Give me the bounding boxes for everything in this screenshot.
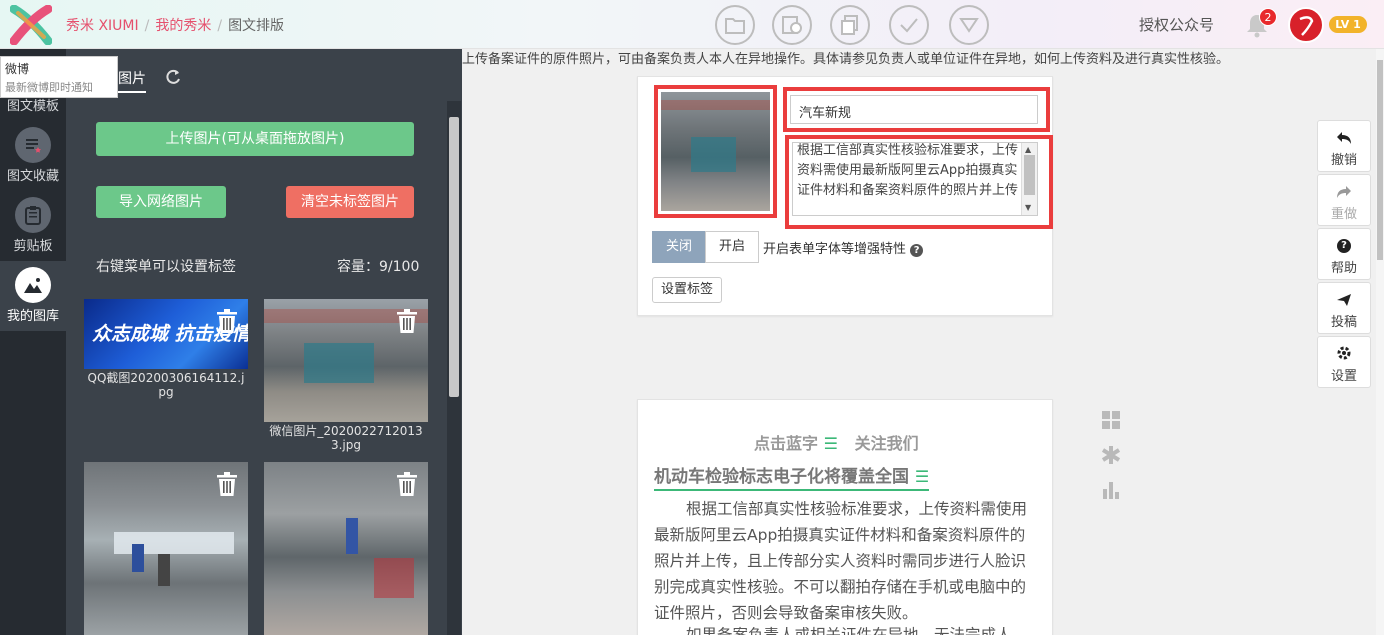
set-tag-button[interactable]: 设置标签 xyxy=(652,277,722,303)
breadcrumb-current: 图文排版 xyxy=(228,18,285,34)
submit-button[interactable]: 投稿 xyxy=(1317,282,1371,334)
library-image[interactable] xyxy=(264,462,428,635)
xiumi-logo-icon[interactable] xyxy=(10,5,52,45)
send-icon xyxy=(1337,294,1351,306)
sidebar-item-label: 剪贴板 xyxy=(13,239,53,254)
headline-text: 机动车检验标志电子化将覆盖全国 xyxy=(654,467,909,487)
clear-untagged-button[interactable]: 清空未标签图片 xyxy=(286,186,414,218)
menu-bars-icon: ☰ xyxy=(914,467,930,486)
image-thumbnail[interactable] xyxy=(264,299,428,422)
enhance-label: 开启表单字体等增强特性 ? xyxy=(763,238,924,257)
gallery-icon xyxy=(15,267,51,303)
asterisk-icon[interactable] xyxy=(1101,445,1121,465)
library-image[interactable]: 微信图片_20200227120133.jpg xyxy=(264,299,428,452)
avatar[interactable] xyxy=(1288,7,1324,43)
submit-label: 投稿 xyxy=(1330,315,1357,330)
title-input[interactable]: 汽车新规 xyxy=(790,95,1038,124)
image-thumbnail[interactable] xyxy=(264,462,428,635)
settings-button[interactable]: 设置 xyxy=(1317,336,1371,388)
tag-hint: 右键菜单可以设置标签 xyxy=(96,259,236,275)
bar-chart-icon[interactable] xyxy=(1101,480,1121,500)
weibo-tooltip: 微博 最新微博即时通知 xyxy=(0,56,118,98)
top-bar: 秀米 XIUMI / 我的秀米 / 图文排版 授权公众号 2 LV 1 xyxy=(0,0,1384,49)
breadcrumb: 秀米 XIUMI / 我的秀米 / 图文排版 xyxy=(66,18,285,34)
menu-bars-icon: ☰ xyxy=(823,434,838,453)
grid-icon[interactable] xyxy=(1101,410,1121,430)
toggle-off-button[interactable]: 关闭 xyxy=(652,231,706,263)
undo-button[interactable]: 撤销 xyxy=(1317,120,1371,172)
clipboard-icon xyxy=(15,197,51,233)
library-image[interactable] xyxy=(84,462,248,635)
sidebar-item-label: 我的图库 xyxy=(6,309,59,324)
tooltip-subtitle: 最新微博即时通知 xyxy=(5,81,93,94)
tooltip-title: 微博 xyxy=(5,62,30,76)
capacity-indicator: 容量：9/100 xyxy=(337,259,420,275)
description-text: 根据工信部真实性核验标准要求，上传资料需使用最新版阿里云App拍摄真实证件材料和… xyxy=(797,143,1019,198)
undo-label: 撤销 xyxy=(1330,153,1357,168)
notice-text: 上传备案证件的原件照片，可由备案负责人本人在异地操作。具体请参见负责人或单位证件… xyxy=(462,52,1230,67)
image-thumbnail[interactable] xyxy=(84,462,248,635)
copy-icon[interactable] xyxy=(830,5,870,45)
dropdown-icon[interactable] xyxy=(949,5,989,45)
follow-prompt: 点击蓝字 ☰ 关注我们 xyxy=(754,430,919,454)
gear-icon xyxy=(1337,346,1351,360)
save-as-icon[interactable] xyxy=(772,5,812,45)
trash-icon[interactable] xyxy=(216,308,238,334)
breadcrumb-mine[interactable]: 我的秀米 xyxy=(155,18,211,34)
undo-icon xyxy=(1337,132,1351,144)
refresh-icon[interactable] xyxy=(164,68,182,86)
check-icon[interactable] xyxy=(889,5,929,45)
breadcrumb-home[interactable]: 秀米 XIUMI xyxy=(66,18,139,34)
image-thumbnail[interactable]: 众志成城 抗击疫情 xyxy=(84,299,248,369)
cover-image[interactable] xyxy=(661,92,770,211)
level-badge: LV 1 xyxy=(1329,16,1367,33)
enhance-label-text: 开启表单字体等增强特性 xyxy=(763,242,907,257)
toggle-on-button[interactable]: 开启 xyxy=(705,231,759,263)
help-button[interactable]: ? 帮助 xyxy=(1317,228,1371,280)
sidebar-item-gallery[interactable]: 我的图库 xyxy=(0,261,66,331)
redo-label: 重做 xyxy=(1330,207,1357,222)
follow-text-2: 关注我们 xyxy=(854,434,919,453)
library-image[interactable]: 众志成城 抗击疫情 QQ截图20200306164112.jpg xyxy=(84,299,248,399)
icon-sidebar: 图文模板 图文收藏 剪贴板 我的图库 xyxy=(0,49,66,635)
help-circle-icon[interactable]: ? xyxy=(910,244,924,257)
help-label: 帮助 xyxy=(1330,261,1357,276)
help-icon: ? xyxy=(1337,239,1351,253)
library-scrollbar-thumb[interactable] xyxy=(449,117,459,397)
redo-icon xyxy=(1337,186,1351,198)
folder-icon[interactable] xyxy=(715,5,755,45)
description-scrollbar[interactable]: ▲ ▼ xyxy=(1021,143,1037,215)
scroll-down-icon[interactable]: ▼ xyxy=(1025,203,1031,212)
settings-label: 设置 xyxy=(1330,369,1357,384)
sidebar-item-favorites[interactable]: 图文收藏 xyxy=(0,121,66,191)
favorites-icon xyxy=(15,127,51,163)
trash-icon[interactable] xyxy=(216,471,238,497)
image-filename: 微信图片_20200227120133.jpg xyxy=(269,424,423,452)
sidebar-item-clipboard[interactable]: 剪贴板 xyxy=(0,191,66,261)
trash-icon[interactable] xyxy=(396,308,418,334)
page-scrollbar-thumb[interactable] xyxy=(1377,60,1383,260)
notification-badge: 2 xyxy=(1259,8,1277,26)
description-textarea[interactable]: 根据工信部真实性核验标准要求，上传资料需使用最新版阿里云App拍摄真实证件材料和… xyxy=(792,142,1038,216)
article-paragraph: 如果备案负责人或相关证件在异地，无法完成人 xyxy=(686,626,1012,635)
tab-images[interactable]: 图片 xyxy=(118,68,146,93)
sidebar-item-label: 图文收藏 xyxy=(6,169,59,184)
follow-text: 点击蓝字 xyxy=(754,434,819,453)
image-library-panel: 图片 上传图片(可从桌面拖放图片) 导入网络图片 清空未标签图片 右键菜单可以设… xyxy=(66,49,462,635)
image-filename: QQ截图20200306164112.jpg xyxy=(87,371,245,399)
article-paragraph: 根据工信部真实性核验标准要求，上传资料需使用最新版阿里云App拍摄真实证件材料和… xyxy=(654,500,1028,622)
import-web-image-button[interactable]: 导入网络图片 xyxy=(96,186,226,218)
authorize-account-link[interactable]: 授权公众号 xyxy=(1139,14,1214,35)
trash-icon[interactable] xyxy=(396,471,418,497)
upload-image-button[interactable]: 上传图片(可从桌面拖放图片) xyxy=(96,122,414,156)
redo-button[interactable]: 重做 xyxy=(1317,174,1371,226)
scroll-up-icon[interactable]: ▲ xyxy=(1025,145,1031,154)
article-headline: 机动车检验标志电子化将覆盖全国 ☰ xyxy=(654,462,930,491)
